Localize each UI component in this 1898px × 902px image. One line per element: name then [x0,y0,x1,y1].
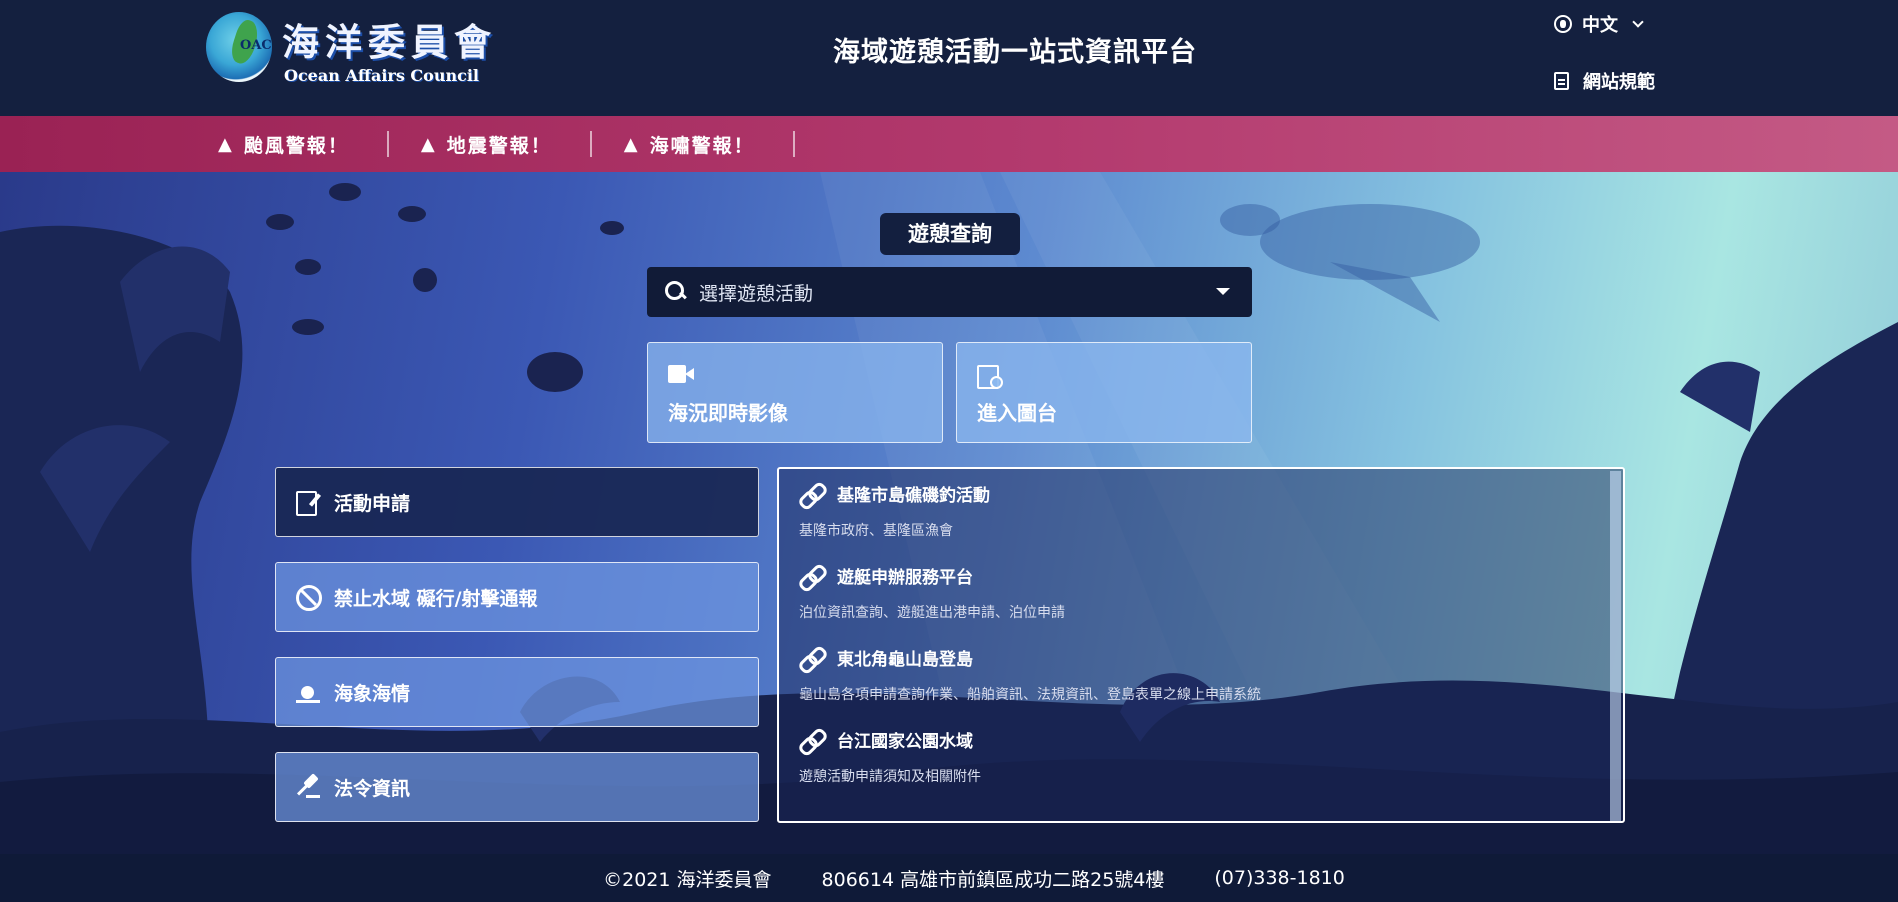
site-footer: ©2021 海洋委員會 806614 高雄市前鎮區成功二路25號4樓 (07)3… [0,854,1898,902]
alert-divider [792,131,795,157]
link-title[interactable]: 東北角龜山島登島 [837,645,973,670]
side-button-label: 海象海情 [334,682,411,705]
link-item[interactable]: 基隆市島礁磯釣活動 基隆市政府、基隆區漁會 [799,481,990,540]
activity-select-dropdown[interactable]: 選擇遊憩活動 [647,267,1252,317]
earthquake-alert-link[interactable]: ▲ 地震警報！ [421,131,552,158]
map-platform-tile[interactable]: 進入圖台 [956,342,1252,443]
activity-select-placeholder: 選擇遊憩活動 [699,282,814,305]
language-label: 中文 [1582,15,1618,36]
link-title[interactable]: 遊艇申辦服務平台 [837,563,973,588]
warning-icon: ▲ [623,133,638,155]
search-icon [665,281,687,303]
site-policy-label: 網站規範 [1583,72,1655,93]
site-header: OAC 海洋委員會 Ocean Affairs Council 海域遊憩活動一站… [0,0,1898,116]
warning-icon: ▲ [218,133,232,155]
side-button-label: 禁止水域 礙行/射擊通報 [334,587,538,610]
video-camera-icon [668,365,694,383]
sunrise-icon [296,680,320,704]
side-button-label: 活動申請 [334,492,411,515]
link-description: 遊憩活動申請須知及相關附件 [799,769,981,785]
link-description: 基隆市政府、基隆區漁會 [799,523,953,539]
alert-label: 地震警報！ [446,134,552,157]
site-policy-link[interactable]: 網站規範 [1554,69,1655,93]
warning-icon: ▲ [420,133,435,155]
document-icon [1554,72,1569,90]
typhoon-alert-link[interactable]: ▲ 颱風警報！ [218,131,349,158]
globe-icon [1554,15,1572,33]
regulations-button[interactable]: 法令資訊 [275,752,759,822]
tile-label: 海況即時影像 [668,401,788,425]
live-sea-camera-tile[interactable]: 海況即時影像 [647,342,943,443]
link-icon [799,483,823,505]
language-selector[interactable]: 中文 [1554,12,1644,36]
tile-label: 進入圖台 [977,401,1057,425]
block-icon [296,585,322,611]
map-search-icon [977,365,1003,389]
chevron-down-icon [1632,16,1644,28]
link-item[interactable]: 台江國家公園水域 遊憩活動申請須知及相關附件 [799,727,981,786]
link-title[interactable]: 台江國家公園水域 [837,727,973,752]
alert-divider [589,131,592,157]
link-icon [799,565,823,587]
scrollbar[interactable] [1610,471,1621,821]
alert-divider [386,131,389,157]
edit-document-icon [296,490,320,516]
alert-label: 颱風警報！ [243,134,349,157]
tsunami-alert-link[interactable]: ▲ 海嘯警報！ [624,131,755,158]
restricted-waters-report-button[interactable]: 禁止水域 礙行/射擊通報 [275,562,759,632]
footer-address: 806614 高雄市前鎮區成功二路25號4樓 [821,868,1165,891]
link-icon [799,647,823,669]
link-description: 泊位資訊查詢、遊艇進出港申請、泊位申請 [799,605,1065,621]
caret-down-icon [1216,288,1230,295]
link-title[interactable]: 基隆市島礁磯釣活動 [837,481,990,506]
link-description: 龜山島各項申請查詢作業、船舶資訊、法規資訊、登島表單之線上申請系統 [799,687,1261,703]
sea-conditions-button[interactable]: 海象海情 [275,657,759,727]
link-icon [799,729,823,751]
footer-copyright: ©2021 海洋委員會 [603,868,772,891]
link-item[interactable]: 東北角龜山島登島 龜山島各項申請查詢作業、船舶資訊、法規資訊、登島表單之線上申請… [799,645,1261,704]
link-item[interactable]: 遊艇申辦服務平台 泊位資訊查詢、遊艇進出港申請、泊位申請 [799,563,1065,622]
gavel-icon [296,775,320,799]
activity-application-button[interactable]: 活動申請 [275,467,759,537]
alert-bar: ▲ 颱風警報！ ▲ 地震警報！ ▲ 海嘯警報！ [0,116,1898,172]
side-button-label: 法令資訊 [334,777,411,800]
external-links-panel: 基隆市島礁磯釣活動 基隆市政府、基隆區漁會 遊艇申辦服務平台 泊位資訊查詢、遊艇… [777,467,1625,823]
alert-label: 海嘯警報！ [649,134,755,157]
activity-query-label: 遊憩查詢 [880,213,1020,255]
footer-phone[interactable]: (07)338-1810 [1214,867,1344,889]
